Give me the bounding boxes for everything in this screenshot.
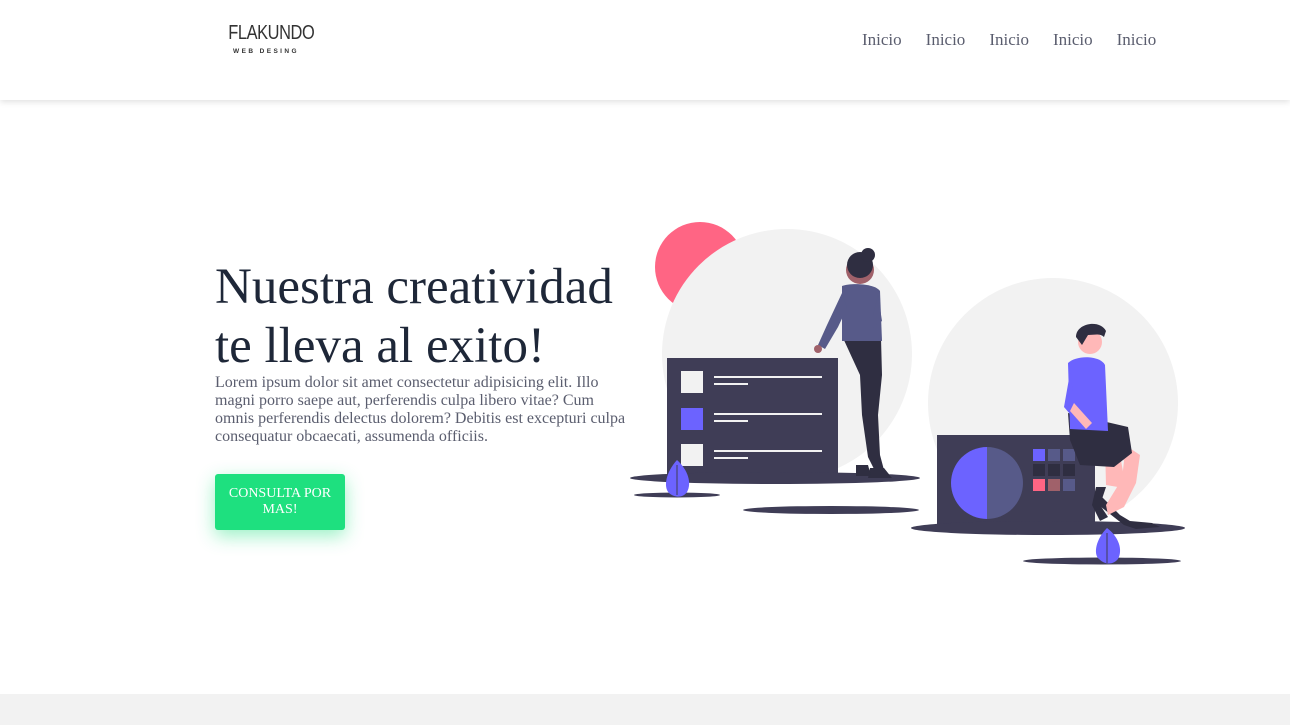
left-board-item-1	[681, 371, 703, 393]
nav-link-inicio-5[interactable]: Inicio	[1105, 29, 1169, 51]
footer-band	[0, 694, 1290, 725]
consult-button[interactable]: CONSULTA POR MAS!	[215, 474, 345, 530]
nav-link-inicio-4[interactable]: Inicio	[1041, 29, 1105, 51]
nav-link-inicio-3[interactable]: Inicio	[977, 29, 1041, 51]
left-board-item-3	[681, 444, 703, 466]
nav-link-inicio-2[interactable]: Inicio	[914, 29, 978, 51]
tile-grid	[1033, 449, 1075, 491]
logo-name: FLAKUNDO	[228, 22, 315, 44]
nav-link-inicio-1[interactable]: Inicio	[850, 29, 914, 51]
main-nav: Inicio Inicio Inicio Inicio Inicio	[850, 29, 1168, 51]
left-board-item-2	[681, 408, 703, 430]
logo[interactable]: FLAKUNDO WEB DESING	[220, 20, 315, 60]
site-header: FLAKUNDO WEB DESING Inicio Inicio Inicio…	[0, 0, 1290, 100]
logo-tagline: WEB DESING	[233, 48, 299, 55]
hero-description: Lorem ipsum dolor sit amet consectetur a…	[215, 374, 626, 445]
hero-illustration	[630, 222, 1185, 565]
hero-title: Nuestra creatividad te lleva al exito!	[215, 259, 613, 374]
